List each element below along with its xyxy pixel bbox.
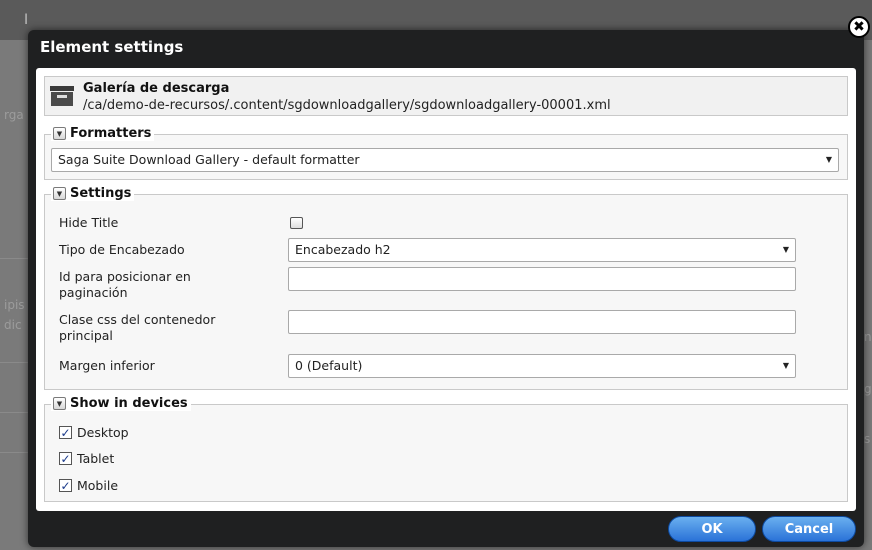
- background-text: rga: [4, 108, 24, 122]
- tipo-encabezado-value: Encabezado h2: [295, 242, 391, 257]
- background-text: ipis: [4, 298, 25, 312]
- formatters-section: ▼ Formatters Saga Suite Download Gallery…: [44, 126, 848, 180]
- hide-title-label: Hide Title: [59, 215, 119, 230]
- settings-legend-label: Settings: [70, 186, 132, 201]
- resource-info: Galería de descarga /ca/demo-de-recursos…: [44, 76, 848, 116]
- checkbox-checked-icon[interactable]: ✓: [59, 452, 72, 465]
- formatters-legend-label: Formatters: [70, 126, 152, 141]
- element-settings-dialog: Element settings Galería de descarga /ca…: [28, 30, 864, 547]
- background-text: s: [864, 432, 871, 446]
- checkbox-checked-icon[interactable]: ✓: [59, 479, 72, 492]
- clase-css-label: Clase css del contenedor principal: [59, 312, 215, 344]
- settings-legend: ▼ Settings: [51, 186, 135, 201]
- id-posicion-label-line1: Id para posicionar en: [59, 269, 191, 284]
- checkbox-checked-icon[interactable]: ✓: [59, 426, 72, 439]
- resource-title: Galería de descarga: [83, 81, 230, 96]
- margen-inferior-label: Margen inferior: [59, 358, 155, 373]
- device-label: Desktop: [77, 425, 129, 440]
- clase-css-input[interactable]: [288, 310, 796, 334]
- chevron-down-icon: ▼: [782, 361, 789, 370]
- close-icon[interactable]: ✖: [848, 16, 870, 38]
- margen-inferior-value: 0 (Default): [295, 358, 363, 373]
- hide-title-checkbox[interactable]: [290, 217, 303, 229]
- device-desktop[interactable]: ✓ Desktop: [59, 425, 129, 440]
- tipo-encabezado-label: Tipo de Encabezado: [59, 242, 185, 257]
- cancel-button[interactable]: Cancel: [762, 516, 856, 542]
- id-posicion-input[interactable]: [288, 267, 796, 291]
- clase-css-label-line2: principal: [59, 328, 113, 343]
- devices-section: ▼ Show in devices ✓ Desktop ✓ Tablet ✓ M…: [44, 396, 848, 502]
- background-text: I: [24, 12, 29, 28]
- collapse-toggle-icon[interactable]: ▼: [53, 397, 66, 410]
- dialog-body: Galería de descarga /ca/demo-de-recursos…: [36, 68, 856, 511]
- clase-css-label-line1: Clase css del contenedor: [59, 312, 216, 327]
- ok-button[interactable]: OK: [668, 516, 756, 542]
- formatter-select[interactable]: Saga Suite Download Gallery - default fo…: [51, 148, 839, 172]
- devices-legend: ▼ Show in devices: [51, 396, 191, 411]
- resource-path: /ca/demo-de-recursos/.content/sgdownload…: [83, 98, 611, 113]
- id-posicion-label-line2: paginación: [59, 285, 128, 300]
- settings-section: ▼ Settings Hide Title Tipo de Encabezado…: [44, 186, 848, 390]
- dialog-title: Element settings: [40, 38, 184, 56]
- background-text: n: [864, 330, 872, 344]
- margen-inferior-select[interactable]: 0 (Default) ▼: [288, 354, 796, 378]
- archive-box-icon: [50, 86, 74, 106]
- device-label: Mobile: [77, 478, 119, 493]
- device-tablet[interactable]: ✓ Tablet: [59, 451, 114, 466]
- formatters-legend: ▼ Formatters: [51, 126, 155, 141]
- devices-legend-label: Show in devices: [70, 396, 188, 411]
- tipo-encabezado-select[interactable]: Encabezado h2 ▼: [288, 238, 796, 262]
- chevron-down-icon: ▼: [782, 245, 789, 254]
- collapse-toggle-icon[interactable]: ▼: [53, 127, 66, 140]
- background-text: dic: [4, 318, 22, 332]
- background-text: g: [864, 382, 872, 396]
- device-label: Tablet: [77, 451, 115, 466]
- chevron-down-icon: ▼: [825, 155, 832, 164]
- device-mobile[interactable]: ✓ Mobile: [59, 478, 118, 493]
- id-posicion-label: Id para posicionar en paginación: [59, 269, 191, 301]
- collapse-toggle-icon[interactable]: ▼: [53, 187, 66, 200]
- formatter-select-value: Saga Suite Download Gallery - default fo…: [58, 152, 360, 167]
